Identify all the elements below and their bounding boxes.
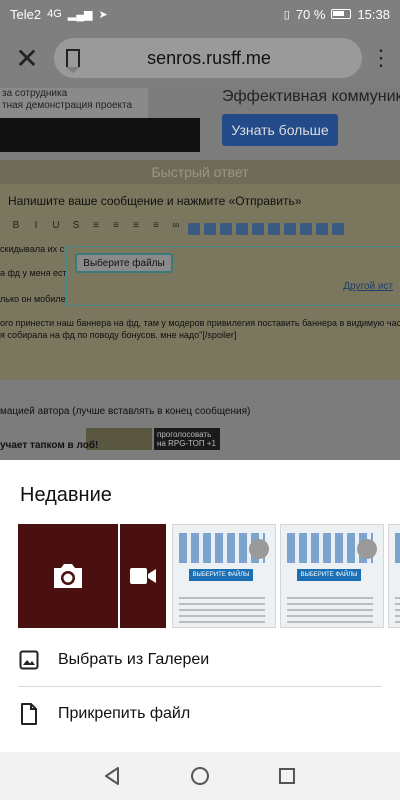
ad-left-image: [0, 118, 200, 152]
editor-toolbar: B I U S ≡ ≡ ≡ ≡ ∞: [0, 220, 400, 238]
home-icon[interactable]: [189, 765, 211, 787]
code-icon[interactable]: [236, 223, 248, 235]
browser-toolbar: ✕ senros.rusff.me ⋮: [0, 28, 400, 88]
camera-icon: [54, 564, 82, 588]
gallery-label: Выбрать из Галереи: [58, 651, 210, 668]
thumb-button-text: ВЫБЕРИТЕ ФАЙЛЫ: [297, 569, 361, 581]
divider: [18, 686, 382, 687]
bookmark-icon[interactable]: [66, 49, 80, 73]
file-icon: [0, 703, 58, 725]
ad-left: за сотрудника тная демонстрация проекта: [0, 88, 210, 152]
more-vert-icon[interactable]: ⋮: [362, 28, 400, 88]
attach-file[interactable]: Прикрепить файл: [0, 688, 400, 740]
vote-banner[interactable]: проголосовать на RPG-ТОП +1: [154, 428, 220, 450]
ad-left-line2: тная демонстрация проекта: [2, 100, 133, 111]
link-icon[interactable]: ∞: [168, 220, 184, 238]
table-icon[interactable]: [268, 223, 280, 235]
carrier-label: Tele2: [10, 6, 42, 22]
ad-right: Эффективная коммуника Узнать больше: [210, 88, 400, 152]
choose-files-button[interactable]: Выберите файлы: [75, 253, 173, 273]
message-text-line1: скидывала их с: [0, 244, 65, 254]
strike-icon[interactable]: S: [68, 220, 84, 238]
signature-hint: мацией автора (лучше вставлять в конец с…: [0, 406, 251, 417]
quote-icon[interactable]: [220, 223, 232, 235]
upload-panel: Выберите файлы Другой ист: [66, 246, 400, 306]
file-picker-sheet: Недавние ВЫБЕРИТЕ ФАЙЛЫ ВЫБЕРИТЕ ФАЙЛЫ В…: [0, 460, 400, 752]
justify-icon[interactable]: ≡: [148, 220, 164, 238]
ad-left-card: за сотрудника тная демонстрация проекта: [0, 88, 148, 118]
list-icon[interactable]: [284, 223, 296, 235]
message-text-line5: я собирала на фд по поводу бонусов. мне …: [0, 330, 237, 340]
ad-left-line1: за сотрудника: [2, 88, 68, 99]
choose-from-gallery[interactable]: Выбрать из Галереи: [0, 634, 400, 686]
back-icon[interactable]: [102, 765, 124, 787]
url-text[interactable]: senros.rusff.me: [88, 48, 350, 69]
address-bar[interactable]: senros.rusff.me: [54, 38, 362, 78]
video-camera-icon: [130, 568, 156, 584]
ad-learn-more-button[interactable]: Узнать больше: [222, 114, 338, 146]
message-text-line4: ого принести наш баннера на фд, там у мо…: [0, 318, 400, 328]
battery-percent: 70 %: [295, 6, 326, 22]
message-text-line3: лько он мобиле: [0, 294, 66, 304]
battery-icon: [331, 9, 352, 19]
italic-icon[interactable]: I: [28, 220, 44, 238]
attach-file-label: Прикрепить файл: [58, 705, 191, 722]
web-page: за сотрудника тная демонстрация проекта …: [0, 88, 400, 460]
video-tile[interactable]: [120, 524, 166, 628]
close-icon[interactable]: ✕: [0, 28, 54, 88]
underline-icon[interactable]: U: [48, 220, 64, 238]
vibrate-icon: ▯: [283, 8, 290, 21]
reply-editor: Напишите ваше сообщение и нажмите «Отпра…: [0, 184, 400, 380]
signal-icon: ▂▄▆: [67, 8, 93, 21]
other-source-link[interactable]: Другой ист: [343, 281, 393, 292]
recent-image-1[interactable]: ВЫБЕРИТЕ ФАЙЛЫ: [172, 524, 276, 628]
camera-tile[interactable]: [18, 524, 118, 628]
smile-icon[interactable]: [332, 223, 344, 235]
align-right-icon[interactable]: ≡: [128, 220, 144, 238]
bold-icon[interactable]: B: [8, 220, 24, 238]
upload-icon[interactable]: [316, 223, 328, 235]
align-center-icon[interactable]: ≡: [108, 220, 124, 238]
sheet-title: Недавние: [20, 484, 112, 506]
image-icon[interactable]: [188, 223, 200, 235]
color-icon[interactable]: [300, 223, 312, 235]
quick-reply-header: Быстрый ответ: [0, 160, 400, 184]
message-text-line2: а фд у меня есть: [0, 268, 72, 278]
recents-icon[interactable]: [276, 765, 298, 787]
ad-right-text: Эффективная коммуника: [222, 88, 400, 105]
recent-image-2[interactable]: ВЫБЕРИТЕ ФАЙЛЫ: [280, 524, 384, 628]
spoiler-icon[interactable]: [252, 223, 264, 235]
recent-image-3[interactable]: [388, 524, 400, 628]
gallery-icon: [0, 650, 58, 670]
telegram-icon: ➤: [98, 8, 108, 21]
footer-text: учает тапком в лоб!: [0, 440, 99, 451]
network-label: 4G: [47, 8, 62, 20]
recent-thumbnails: ВЫБЕРИТЕ ФАЙЛЫ ВЫБЕРИТЕ ФАЙЛЫ: [18, 524, 400, 628]
status-bar: Tele2 4G ▂▄▆ ➤ ▯ 70 % 15:38: [0, 0, 400, 28]
align-left-icon[interactable]: ≡: [88, 220, 104, 238]
video-icon[interactable]: [204, 223, 216, 235]
editor-hint: Напишите ваше сообщение и нажмите «Отпра…: [8, 194, 302, 208]
system-nav-bar: [0, 752, 400, 800]
clock: 15:38: [357, 6, 390, 22]
thumb-button-text: ВЫБЕРИТЕ ФАЙЛЫ: [189, 569, 253, 581]
